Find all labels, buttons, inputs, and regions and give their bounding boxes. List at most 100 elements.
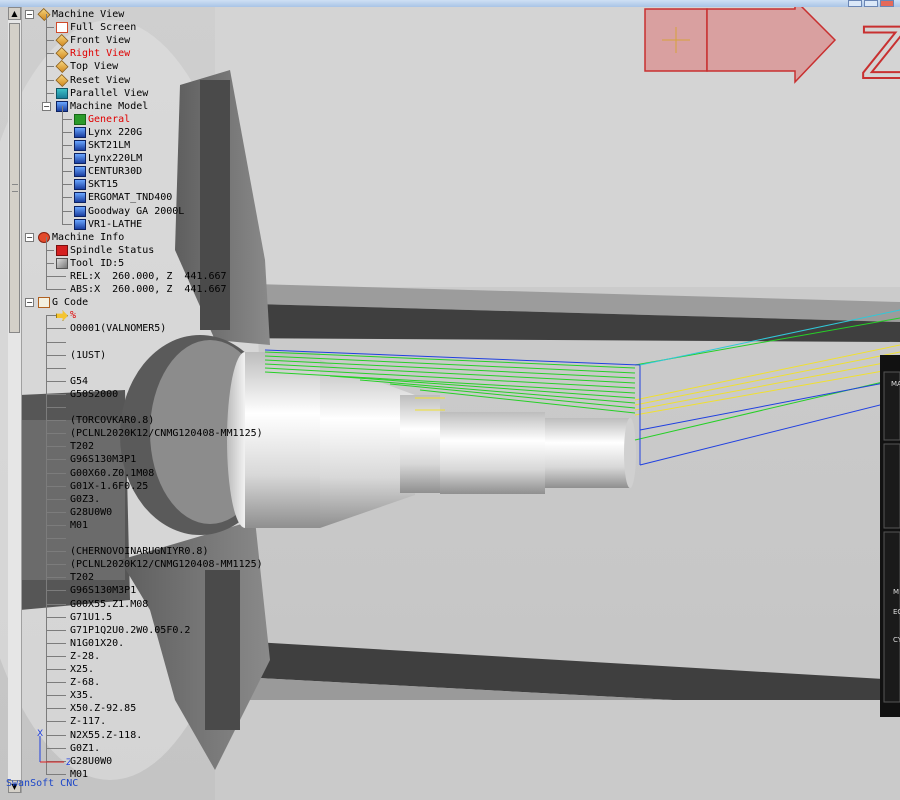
model-item-ergomat-tnd400[interactable]: ERGOMAT_TND400 [74, 191, 172, 204]
g-code-node-icon [38, 297, 50, 309]
abs-position-readout: ABS:X 260.000, Z 441.667 [70, 283, 227, 296]
model-item-skt21lm-label: SKT21LM [88, 140, 131, 151]
view-item-full-screen-icon [56, 22, 68, 34]
gcode-line[interactable]: G96S130M3P1 [70, 453, 136, 466]
model-item-lynx-220g[interactable]: Lynx 220G [74, 126, 142, 139]
gcode-line[interactable]: (PCLNL2020K12/CNMG120408-MM1125) [70, 427, 263, 440]
machine-info-node[interactable]: Machine Info [38, 231, 124, 244]
model-item-general-label: General [88, 113, 131, 125]
gcode-line[interactable]: (1UST) [70, 349, 106, 362]
g-code-node[interactable]: G Code [38, 296, 88, 309]
view-item-parallel-view-icon [56, 87, 68, 99]
view-item-right-view[interactable]: Right View [55, 47, 130, 61]
gcode-line-label: M01 [70, 519, 89, 531]
gcode-line-label: G28U0W0 [70, 755, 113, 767]
gcode-line[interactable]: X35. [70, 689, 94, 702]
gcode-line-label: X25. [70, 664, 95, 675]
model-item-goodway-ga-2000l-label: Goodway GA 2000L [88, 205, 185, 217]
model-item-skt21lm[interactable]: SKT21LM [74, 139, 130, 152]
gcode-line[interactable]: (PCLNL2020K12/CNMG120408-MM1125) [70, 558, 263, 571]
view-item-reset-view[interactable]: Reset View [55, 73, 130, 87]
gcode-line[interactable]: (TORCOVKAR0.8) [70, 414, 154, 427]
machine-info-node-icon [38, 231, 50, 243]
gcode-line-label: (1UST) [70, 349, 107, 361]
gcode-line-label: G28U0W0 [70, 506, 113, 518]
scroll-up-arrow-icon[interactable]: ▲ [8, 7, 21, 20]
gcode-line[interactable]: % [56, 309, 76, 322]
view-item-parallel-view-label: Parallel View [70, 87, 149, 99]
spindle-status-node[interactable]: Spindle Status [56, 244, 154, 257]
maximize-button[interactable] [864, 0, 878, 7]
gcode-line[interactable]: (CHERNOVOINARUGNIYR0.8) [70, 545, 208, 558]
gcode-line[interactable]: Z-28. [70, 650, 100, 663]
gcode-line-label: G01X-1.6F0.25 [70, 480, 149, 492]
model-item-ergomat-tnd400-label: ERGOMAT_TND400 [88, 192, 173, 204]
gcode-line[interactable]: G0Z1. [70, 742, 100, 755]
gcode-line-label: Z-68. [70, 677, 101, 689]
spindle-status-node-icon [56, 244, 68, 256]
panel-label-ec: EC [893, 608, 900, 616]
model-item-general[interactable]: General [74, 113, 130, 126]
gcode-line[interactable]: O0001(VALNOMER5) [70, 322, 166, 335]
view-item-front-view[interactable]: Front View [55, 34, 130, 48]
model-item-centur30d[interactable]: CENTUR30D [74, 165, 142, 178]
view-item-parallel-view[interactable]: Parallel View [56, 87, 148, 100]
gcode-line[interactable]: G50S2000 [70, 388, 118, 401]
minimize-button[interactable] [848, 0, 862, 7]
tree-scrollbar[interactable]: ▲ ▼ [8, 7, 22, 793]
model-item-skt15-label: SKT15 [88, 179, 119, 191]
abs-position-readout-label: ABS:X 260.000, Z 441.667 [70, 284, 227, 296]
model-item-centur30d-icon [74, 166, 86, 178]
model-item-lynx-220g-icon [74, 126, 86, 138]
gcode-line[interactable]: N1G01X20. [70, 637, 124, 650]
gcode-line-label: N2X55.Z-118. [70, 729, 143, 741]
gcode-line-label: G00X55.Z1.M08 [70, 598, 149, 610]
view-item-full-screen[interactable]: Full Screen [56, 21, 136, 34]
gcode-line[interactable]: G54 [70, 375, 88, 388]
g-code-expand-toggle[interactable]: − [25, 298, 34, 308]
machine-model-node[interactable]: Machine Model [56, 100, 148, 113]
gcode-line[interactable]: G00X55.Z1.M08 [70, 598, 148, 611]
gcode-line[interactable]: N2X55.Z-118. [70, 729, 142, 742]
gcode-line[interactable]: G71P1Q2U0.2W0.05F0.2 [70, 624, 190, 637]
gcode-line[interactable]: G01X-1.6F0.25 [70, 480, 148, 493]
model-item-lynx220lm[interactable]: Lynx220LM [74, 152, 142, 165]
machine-view-node[interactable]: Machine View [37, 7, 125, 22]
model-item-vr1-lathe[interactable]: VR1-LATHE [74, 218, 142, 231]
gcode-line-label: G71P1Q2U0.2W0.05F0.2 [70, 624, 191, 636]
gcode-line[interactable]: X25. [70, 663, 94, 676]
gcode-line[interactable]: T202 [70, 571, 94, 584]
gcode-line[interactable]: G00X60.Z0.1M08 [70, 467, 154, 480]
gcode-line[interactable]: Z-117. [70, 715, 106, 728]
axis-triad: X Z [30, 728, 72, 768]
window-title-bar [0, 0, 900, 7]
gcode-line[interactable]: G96S130M3P1 [70, 584, 136, 597]
gcode-line[interactable]: G0Z3. [70, 493, 100, 506]
machine-model-expand-toggle[interactable]: − [42, 101, 51, 111]
close-button[interactable] [880, 0, 894, 7]
machine-model-node-label: Machine Model [70, 100, 149, 112]
gcode-line[interactable]: T202 [70, 440, 94, 453]
gcode-line[interactable]: Z-68. [70, 676, 100, 689]
machine-view-expand-toggle[interactable]: − [25, 10, 34, 19]
machine-view-node-label: Machine View [52, 9, 125, 20]
gcode-line[interactable]: G28U0W0 [70, 506, 112, 519]
gcode-line-label: G50S2000 [70, 388, 119, 400]
machine-info-node-label: Machine Info [52, 231, 125, 243]
rel-position-readout: REL:X 260.000, Z 441.667 [70, 270, 227, 283]
scrollbar-thumb[interactable] [9, 23, 20, 333]
gcode-line[interactable]: G28U0W0 [70, 755, 112, 768]
view-item-top-view[interactable]: Top View [55, 60, 118, 74]
gcode-line-label: Z-28. [70, 650, 101, 662]
rel-position-readout-label: REL:X 260.000, Z 441.667 [70, 271, 227, 282]
gcode-line-label: (CHERNOVOINARUGNIYR0.8) [70, 546, 209, 558]
gcode-line-label: G96S130M3P1 [70, 585, 137, 597]
gcode-line-label: (PCLNL2020K12/CNMG120408-MM1125) [70, 428, 263, 440]
gcode-line[interactable]: X50.Z-92.85 [70, 702, 136, 715]
gcode-line[interactable]: G71U1.5 [70, 611, 112, 624]
machine-info-expand-toggle[interactable]: − [25, 232, 34, 242]
gcode-line-label: X35. [70, 690, 95, 702]
model-item-skt15[interactable]: SKT15 [74, 178, 118, 191]
model-item-goodway-ga-2000l[interactable]: Goodway GA 2000L [74, 205, 184, 218]
gcode-line[interactable]: M01 [70, 519, 88, 532]
